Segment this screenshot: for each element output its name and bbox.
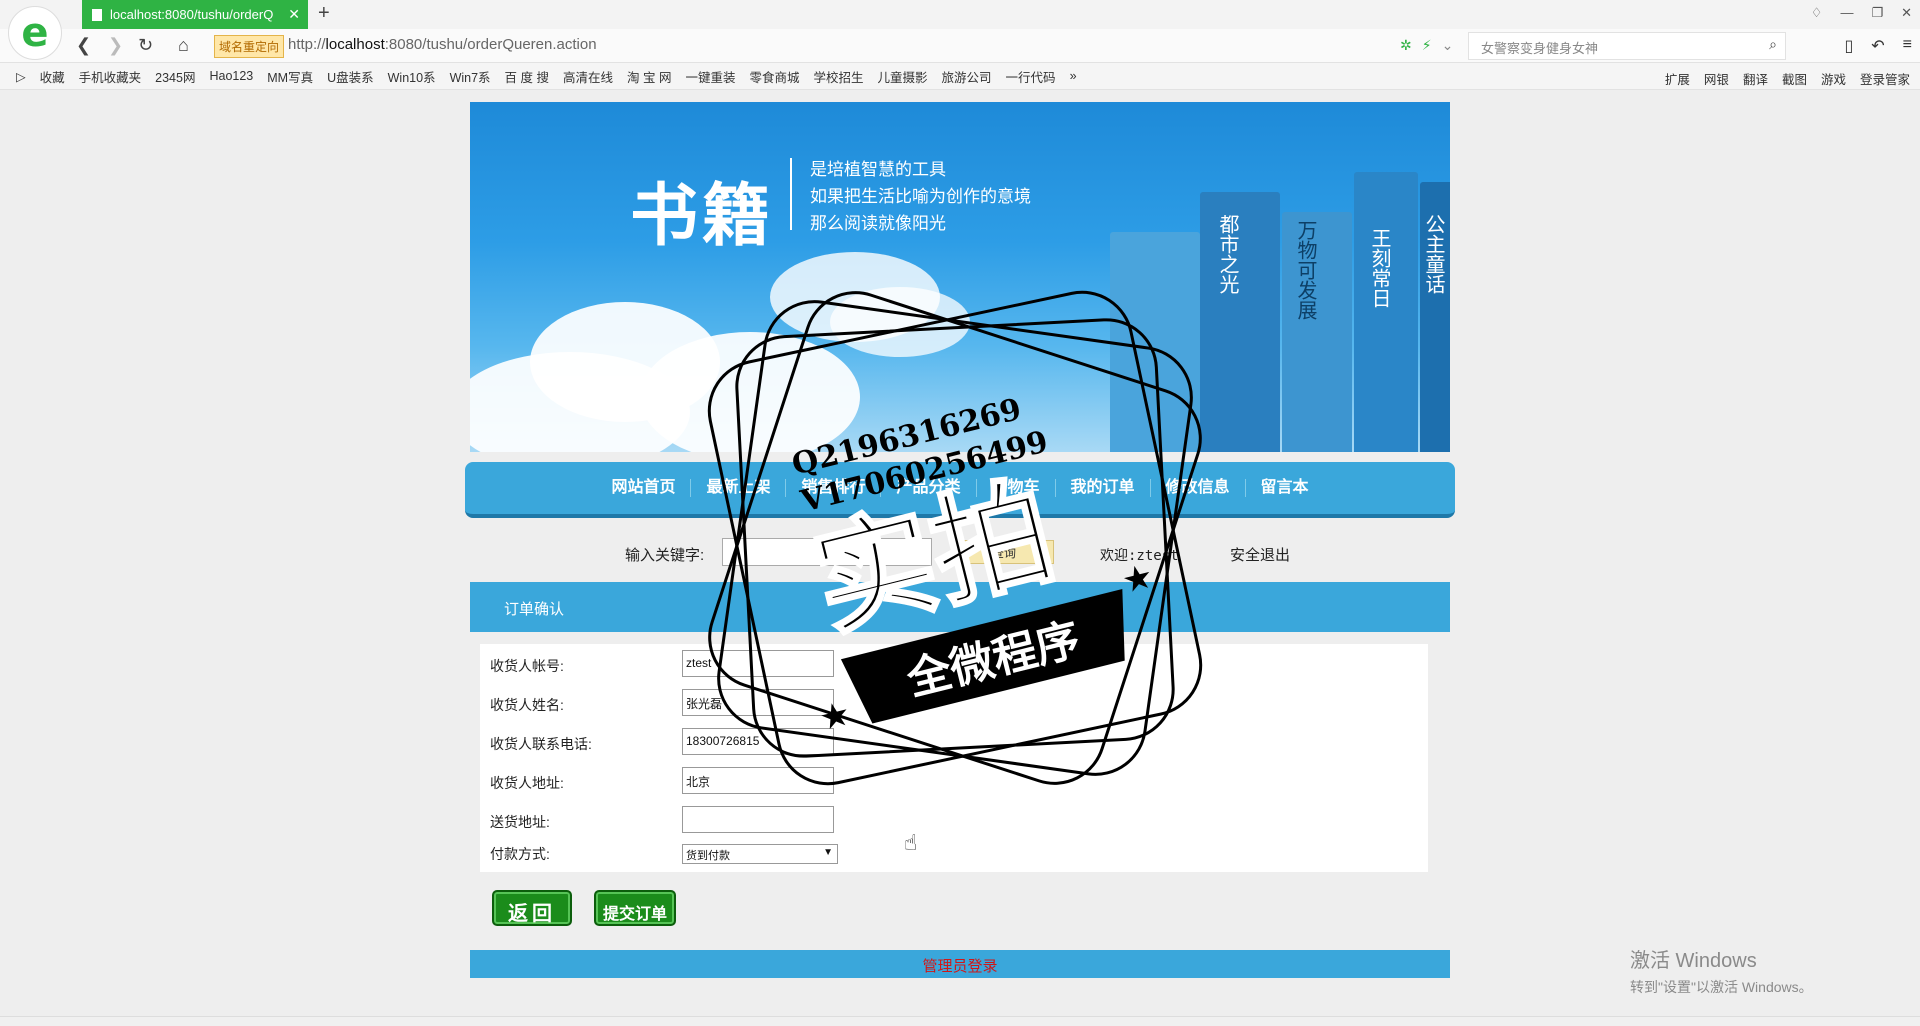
bookmark-item[interactable]: 旅游公司 [942,67,992,86]
minimize-icon[interactable]: — [1840,5,1853,21]
menu-icon[interactable]: ≡ [1903,36,1912,56]
slogan-line: 那么阅读就像阳光 [810,214,946,233]
phone-label: 收货人联系电话: [490,736,592,752]
star-icon: ★ [815,694,854,738]
restore-icon[interactable]: ❐ [1871,5,1883,21]
bookmark-item[interactable]: U盘装系 [327,67,374,86]
delivery-address-field[interactable] [682,806,834,833]
account-label: 收货人帐号: [490,658,564,674]
bookmark-item[interactable]: Win10系 [388,67,436,86]
form-row: 送货地址: [490,806,1190,834]
slogan-line: 是培植智慧的工具 [810,160,946,179]
form-row: 付款方式: 货到付款 ▼ [490,842,1190,870]
submit-order-button[interactable]: 提交订单 [594,890,676,926]
bookmark-item[interactable]: 百 度 搜 [505,67,549,86]
bookmark-item[interactable]: 收藏 [40,67,65,86]
bookmark-item[interactable]: 儿童摄影 [878,67,928,86]
bookmark-right-item[interactable]: 游戏 [1821,69,1846,88]
payment-value: 货到付款 [686,850,730,862]
url-field[interactable]: http://localhost:8080/tushu/orderQueren.… [288,36,597,53]
bookmark-right-item[interactable]: 截图 [1782,69,1807,88]
bookmark-right-item[interactable]: 登录管家 [1860,69,1910,88]
browser-tab[interactable]: localhost:8080/tushu/orderQ ✕ [82,0,308,29]
banner-slogan: 是培植智慧的工具 如果把生活比喻为创作的意境 那么阅读就像阳光 [810,156,1031,237]
back-button[interactable]: 返回 [492,890,572,926]
close-tab-icon[interactable]: ✕ [288,6,300,23]
security-icon[interactable]: ✲ [1400,37,1412,54]
activate-subtitle: 转到"设置"以激活 Windows。 [1630,979,1813,995]
browser-titlebar: localhost:8080/tushu/orderQ ✕ + ♢ — ❐ ✕ [0,0,1920,29]
watermark-stamp: Q2196316269 V17060256499 实拍 全微程序 ★ ★ [707,290,1203,786]
payment-select[interactable]: 货到付款 ▼ [682,844,838,864]
close-window-icon[interactable]: ✕ [1901,5,1912,21]
sidebar-toggle-icon[interactable]: ▷ [16,69,26,84]
bookmark-item[interactable]: 零食商城 [749,67,799,86]
activate-title: 激活 Windows [1630,950,1757,972]
address-label: 收货人地址: [490,775,564,791]
bookmark-item[interactable]: 学校招生 [814,67,864,86]
bookmark-item[interactable]: 手机收藏夹 [79,67,142,86]
nav-guestbook[interactable]: 留言本 [1244,479,1324,497]
search-icon[interactable]: ⌕ [1769,36,1777,53]
banner-divider [790,158,792,230]
new-tab-icon[interactable]: + [318,2,330,25]
dropdown-icon[interactable]: ⌄ [1442,37,1454,54]
footer-bar: 管理员登录 [470,950,1450,978]
hand-cursor-icon: ☝ [904,830,918,855]
keyword-label: 输入关键字: [625,547,705,564]
bookmark-item[interactable]: 2345网 [155,67,195,86]
bookmark-item[interactable]: Win7系 [450,67,491,86]
document-icon [92,8,102,21]
address-icons: ✲ ⚡ ⌄ [1400,37,1453,54]
bookmarks-bar: ▷ 收藏 手机收藏夹 2345网 Hao123 MM写真 U盘装系 Win10系… [0,63,1920,90]
bookmark-right-item[interactable]: 翻译 [1743,69,1768,88]
bookmark-right-item[interactable]: 扩展 [1665,69,1690,88]
url-host: localhost [325,36,385,53]
bookmark-item[interactable]: 一键重装 [685,67,735,86]
name-label: 收货人姓名: [490,697,564,713]
address-bar: ❮ ❯ ↻ ⌂ 域名重定向 http://localhost:8080/tush… [0,29,1920,63]
url-prefix: http:// [288,36,326,53]
chevron-down-icon: ▼ [823,847,833,858]
book-spine-text: 王刻常日 [1368,228,1392,308]
window-controls: ♢ — ❐ ✕ [1811,5,1912,21]
url-rest: :8080/tushu/orderQueren.action [384,36,597,53]
admin-login-link[interactable]: 管理员登录 [922,958,997,975]
browser-status-bar [0,1016,1920,1026]
browser-logo-icon: e [8,6,62,60]
payment-label: 付款方式: [490,846,550,862]
skin-icon[interactable]: ♢ [1811,5,1823,21]
back-arrow-icon[interactable]: ❮ [76,35,91,56]
book-spine-text: 万物可发展 [1294,220,1318,320]
bookmark-right-item[interactable]: 网银 [1704,69,1729,88]
bookmark-item[interactable]: 一行代码 [1006,67,1056,86]
logout-link[interactable]: 安全退出 [1230,544,1290,565]
bookmark-item[interactable]: MM写真 [267,67,313,86]
search-placeholder: 女警察变身健身女神 [1481,41,1599,56]
redirect-badge[interactable]: 域名重定向 [214,35,285,58]
bookmark-item[interactable]: 淘 宝 网 [627,67,671,86]
book-spine-text: 公主童话 [1422,214,1446,294]
refresh-icon[interactable]: ↻ [138,35,153,56]
nav-home[interactable]: 网站首页 [596,479,690,497]
banner-title: 书籍 [630,176,775,256]
star-icon: ★ [1118,557,1157,601]
windows-activation-notice: 激活 Windows 转到"设置"以激活 Windows。 [1630,944,1813,997]
book-spine-text: 都市之光 [1216,214,1240,294]
toolbar-icons: ▯ ↶ ≡ [1844,36,1912,56]
undo-icon[interactable]: ↶ [1871,36,1884,56]
tab-title: localhost:8080/tushu/orderQ [110,7,274,22]
reading-icon[interactable]: ▯ [1844,36,1853,56]
bookmarks-right: 扩展 网银 翻译 截图 游戏 登录管家 [1665,69,1910,88]
more-bookmarks-icon[interactable]: » [1070,69,1077,83]
browser-search-input[interactable]: 女警察变身健身女神 ⌕ [1468,32,1786,60]
forward-arrow-icon[interactable]: ❯ [108,35,123,56]
home-icon[interactable]: ⌂ [178,35,189,56]
bookmark-item[interactable]: Hao123 [209,69,253,83]
bookmark-item[interactable]: 高清在线 [563,67,613,86]
speed-icon[interactable]: ⚡ [1422,37,1432,54]
slogan-line: 如果把生活比喻为创作的意境 [810,187,1031,206]
delivery-label: 送货地址: [490,814,550,830]
